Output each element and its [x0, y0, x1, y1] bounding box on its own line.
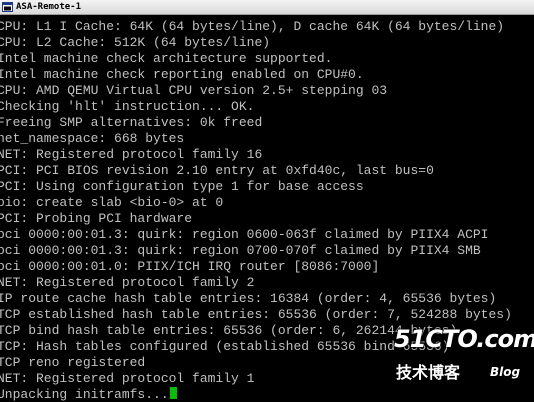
console-line: bio: create slab <bio-0> at 0	[0, 195, 224, 210]
site-watermark: 51CTO.com 技术博客 Blog	[394, 325, 534, 385]
console-line: PCI: Probing PCI hardware	[0, 211, 193, 226]
console-line-last: Unpacking initramfs...	[0, 387, 534, 402]
console-line: CPU: L2 Cache: 512K (64 bytes/line)	[0, 35, 271, 50]
console-line: CPU: AMD QEMU Virtual CPU version 2.5+ s…	[0, 83, 388, 98]
console-line: Intel machine check architecture support…	[0, 51, 333, 66]
title-bar[interactable]: ASA-Remote-1	[0, 0, 534, 15]
console-line: PCI: PCI BIOS revision 2.10 entry at 0xf…	[0, 163, 434, 178]
text-cursor	[169, 387, 177, 399]
watermark-logo: 51CTO.com	[394, 325, 534, 353]
console-line: IP route cache hash table entries: 16384…	[0, 291, 497, 306]
console-line: NET: Registered protocol family 2	[0, 275, 255, 290]
console-line: Intel machine check reporting enabled on…	[0, 67, 364, 82]
window-title: ASA-Remote-1	[16, 2, 82, 12]
console-line: Freeing SMP alternatives: 0k freed	[0, 115, 263, 130]
watermark-subtitle: 技术博客	[396, 363, 461, 382]
console-line: Checking 'hlt' instruction... OK.	[0, 99, 255, 114]
console-line: PCI: Using configuration type 1 for base…	[0, 179, 364, 194]
watermark-blog: Blog	[490, 365, 521, 379]
console-line: pci 0000:00:01.3: quirk: region 0600-063…	[0, 227, 489, 242]
console-line: CPU: L1 I Cache: 64K (64 bytes/line), D …	[0, 19, 505, 34]
terminal-window-icon	[2, 2, 13, 12]
console-line: pci 0000:00:01.0: PIIX/ICH IRQ router [8…	[0, 259, 380, 274]
console-line: NET: Registered protocol family 16	[0, 147, 263, 162]
terminal-window: ASA-Remote-1 CPU: L1 I Cache: 64K (64 by…	[0, 0, 534, 402]
console-line: TCP established hash table entries: 6553…	[0, 307, 512, 322]
console-line-text: Unpacking initramfs...	[0, 387, 169, 402]
console-line: pci 0000:00:01.3: quirk: region 0700-070…	[0, 243, 481, 258]
console-line: net_namespace: 668 bytes	[0, 131, 185, 146]
